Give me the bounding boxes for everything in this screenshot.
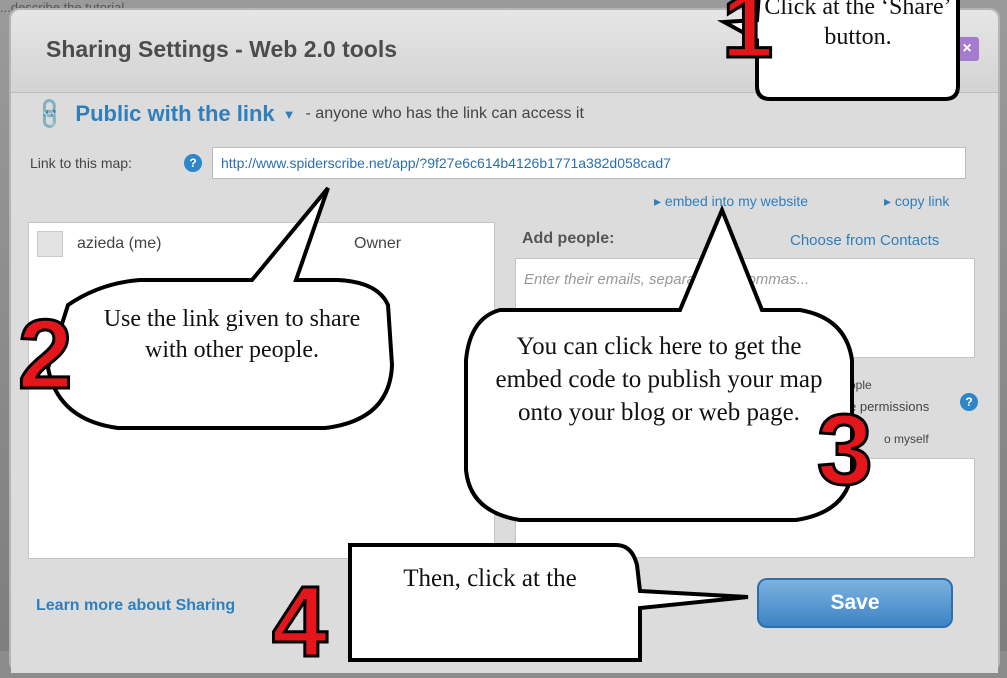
callout-4-number: 4	[271, 566, 330, 678]
callout-4-bubble	[348, 543, 749, 662]
callout-4-text: Then, click at the	[403, 565, 577, 592]
